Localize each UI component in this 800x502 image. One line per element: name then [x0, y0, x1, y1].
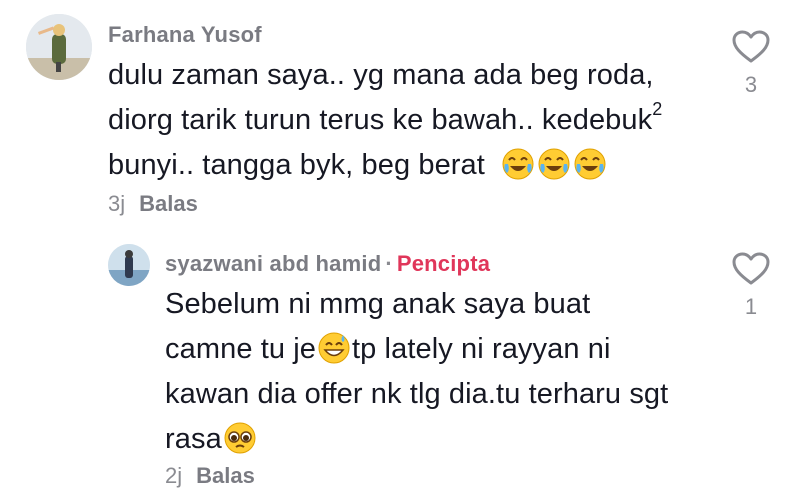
- comment-line-text: tp lately ni rayyan ni: [352, 333, 611, 365]
- avatar[interactable]: [26, 14, 92, 80]
- pleading-face-icon: [223, 421, 257, 455]
- comment-line: kawan dia offer nk tlg dia.tu terharu sg…: [165, 378, 669, 410]
- comment-line-text: rasa: [165, 423, 222, 455]
- comment-meta: 3j Balas: [108, 191, 198, 217]
- face-with-tears-of-joy-icon: [501, 147, 535, 181]
- comment-text: Sebelum ni mmg anak saya buat camne tu j…: [165, 282, 668, 462]
- comment-line-text: diorg tarik turun terus ke bawah.. kedeb…: [108, 104, 653, 136]
- comment-line: bunyi.. tangga byk, beg berat: [108, 143, 662, 188]
- comment-line: Sebelum ni mmg anak saya buat: [165, 288, 591, 320]
- separator-dot: ·: [385, 251, 393, 276]
- heart-icon: [732, 252, 770, 285]
- creator-badge: Pencipta: [396, 251, 491, 276]
- comment-line: diorg tarik turun terus ke bawah.. kedeb…: [108, 98, 662, 143]
- heart-icon: [732, 30, 770, 63]
- superscript: 2: [652, 99, 663, 119]
- face-with-tears-of-joy-icon: [537, 147, 571, 181]
- comment-text: dulu zaman saya.. yg mana ada beg roda, …: [108, 53, 662, 188]
- comments-panel: Farhana Yusof dulu zaman saya.. yg mana …: [0, 0, 800, 502]
- comment-username[interactable]: syazwani abd hamid: [165, 251, 381, 276]
- comment-timestamp: 2j: [165, 463, 183, 488]
- comment-meta: 2j Balas: [165, 463, 255, 489]
- comment-line: dulu zaman saya.. yg mana ada beg roda,: [108, 59, 654, 91]
- face-with-tears-of-joy-icon: [573, 147, 607, 181]
- comment-username[interactable]: Farhana Yusof: [108, 22, 262, 48]
- like-button[interactable]: 1: [726, 252, 776, 320]
- comment-line: rasa: [165, 417, 668, 462]
- comment-line-text: bunyi.. tangga byk, beg berat: [108, 149, 485, 181]
- like-count: 1: [744, 294, 758, 319]
- comment-timestamp: 3j: [108, 191, 126, 216]
- avatar[interactable]: [108, 244, 150, 286]
- comment-line-text: camne tu je: [165, 333, 317, 365]
- comment-line: camne tu je tp lately ni rayyan ni: [165, 327, 668, 372]
- reply-button[interactable]: Balas: [139, 191, 198, 216]
- grinning-face-with-sweat-icon: [317, 331, 351, 365]
- reply-button[interactable]: Balas: [196, 463, 255, 488]
- like-button[interactable]: 3: [726, 30, 776, 98]
- like-count: 3: [744, 72, 758, 97]
- reply-username-row: syazwani abd hamid · Pencipta: [165, 251, 490, 277]
